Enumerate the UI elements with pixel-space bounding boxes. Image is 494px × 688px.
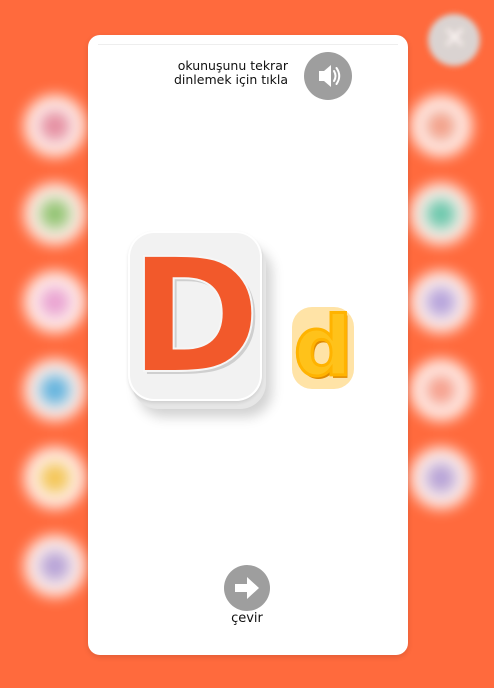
speaker-icon [319,65,341,87]
bg-blob-left-4 [24,359,86,421]
bg-blob-left-2 [24,183,86,245]
letter-card: okunuşunu tekrar dinlemek için tıkla D d… [88,35,408,655]
flip-label[interactable]: çevir [214,611,280,626]
bg-blob-right-2 [410,183,472,245]
bg-blob-left-3 [24,271,86,333]
replay-hint-line-2: dinlemek için tıkla [173,72,288,87]
replay-hint: okunuşunu tekrar dinlemek için tıkla [128,59,288,87]
bg-blob-right-1 [410,95,472,157]
close-icon: ✕ [442,21,468,56]
bg-blob-right-5 [410,447,472,509]
bg-blob-right-3 [410,271,472,333]
sound-button[interactable] [304,52,352,100]
replay-hint-line-1: okunuşunu tekrar [177,58,288,73]
bg-blob-left-6 [24,535,86,597]
lowercase-letter: d [292,300,354,395]
uppercase-letter-tile: D [128,231,268,411]
bg-blob-right-4 [410,359,472,421]
arrow-right-icon [235,577,259,599]
bg-blob-left-1 [24,95,86,157]
bg-blob-left-5 [24,447,86,509]
uppercase-letter: D [128,225,261,409]
flip-button[interactable] [224,565,270,611]
close-button[interactable]: ✕ [428,14,480,66]
card-divider [98,44,398,45]
letter-display: D d [128,231,368,431]
lowercase-letter-tile: d [292,300,362,395]
